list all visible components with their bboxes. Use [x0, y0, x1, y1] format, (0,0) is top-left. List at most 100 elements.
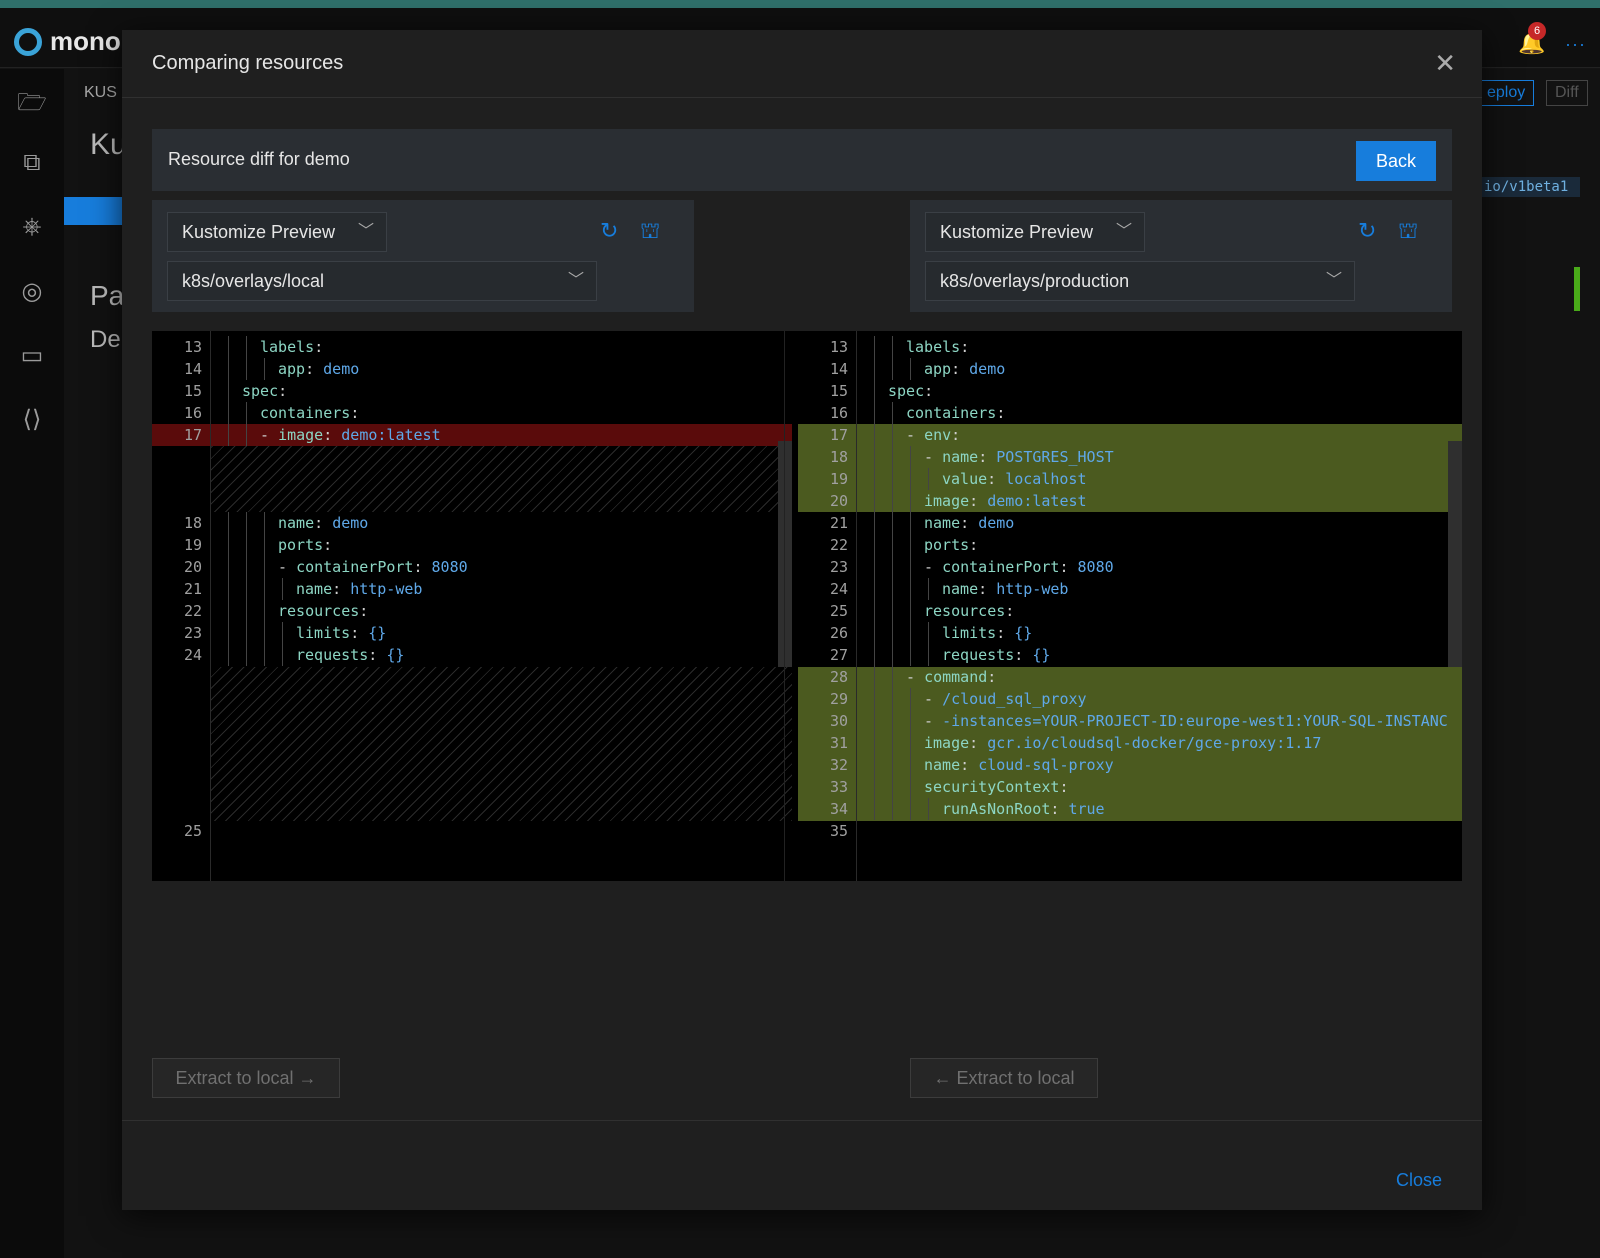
refresh-icon[interactable]: ↻ [600, 218, 618, 244]
indent-guide [264, 534, 265, 556]
bg-code-snippet: io/v1beta1 [1480, 177, 1580, 197]
bg-diff-button: Diff [1546, 80, 1588, 106]
indent-guide [910, 688, 911, 710]
code-text: name: cloud-sql-proxy [924, 756, 1114, 774]
indent-guide [892, 776, 893, 798]
back-button[interactable]: Back [1356, 141, 1436, 181]
left-preview-select[interactable]: Kustomize Preview ﹀ [167, 212, 387, 252]
indent-guide [282, 622, 283, 644]
indent-guide [874, 468, 875, 490]
line-number: 13 [183, 338, 202, 356]
indent-guide [874, 688, 875, 710]
paint-roller-icon[interactable]: ▭ [16, 341, 48, 373]
line-number: 15 [183, 382, 202, 400]
indent-guide [910, 534, 911, 556]
indent-guide [246, 358, 247, 380]
indent-guide [228, 644, 229, 666]
indent-guide [874, 336, 875, 358]
more-icon[interactable]: ··· [1565, 34, 1586, 55]
logo-text: mono [50, 26, 121, 56]
indent-guide [874, 710, 875, 732]
kustomize-icon[interactable]: ⧉ [16, 149, 48, 181]
left-preview-label: Kustomize Preview [182, 222, 336, 242]
code-text: labels: [906, 338, 970, 356]
line-number: 25 [829, 602, 848, 620]
validation-icon[interactable]: ⟨⟩ [16, 405, 48, 437]
indent-guide [910, 512, 911, 534]
close-button[interactable]: Close [1396, 1170, 1442, 1191]
indent-guide [874, 666, 875, 688]
indent-guide [282, 644, 283, 666]
indent-guide [892, 512, 893, 534]
indent-guide [228, 534, 229, 556]
indent-guide [264, 358, 265, 380]
right-path-select[interactable]: k8s/overlays/production ﹀ [925, 261, 1355, 301]
line-number: 34 [829, 800, 848, 818]
indent-guide [228, 512, 229, 534]
line-number: 17 [829, 426, 848, 444]
indent-guide [246, 424, 247, 446]
top-accent-strip [0, 0, 1600, 8]
indent-guide [910, 622, 911, 644]
cluster-icon[interactable]: ⛫ [640, 218, 660, 247]
line-number: 27 [829, 646, 848, 664]
line-number: 19 [829, 470, 848, 488]
right-preview-select[interactable]: Kustomize Preview ﹀ [925, 212, 1145, 252]
indent-guide [874, 644, 875, 666]
indent-guide [910, 732, 911, 754]
indent-guide [264, 556, 265, 578]
code-text: labels: [260, 338, 324, 356]
indent-guide [246, 556, 247, 578]
code-text: limits: {} [942, 624, 1033, 642]
line-number: 22 [183, 602, 202, 620]
preview-icon[interactable]: ◎ [16, 277, 48, 309]
indent-guide [228, 600, 229, 622]
code-text: - containerPort: 8080 [278, 558, 468, 576]
indent-guide [246, 578, 247, 600]
code-text: ports: [924, 536, 979, 554]
compare-modal: Comparing resources ✕ Resource diff for … [122, 30, 1482, 1210]
line-number: 20 [829, 492, 848, 510]
line-number: 15 [829, 382, 848, 400]
diff-editor[interactable]: 13 labels: 14 app: demo 15 spec: 16 containers:… [152, 331, 1462, 881]
indent-guide [892, 534, 893, 556]
indent-guide [892, 688, 893, 710]
line-number: 22 [829, 536, 848, 554]
code-text: - name: POSTGRES_HOST [924, 448, 1114, 466]
indent-guide [874, 776, 875, 798]
indent-guide [910, 798, 911, 820]
code-text: - containerPort: 8080 [924, 558, 1114, 576]
indent-guide [910, 468, 911, 490]
code-text: limits: {} [296, 624, 387, 642]
indent-guide [892, 402, 893, 424]
indent-guide [892, 490, 893, 512]
cluster-icon[interactable]: ⛫ [1398, 218, 1418, 247]
indent-guide [910, 754, 911, 776]
helm-icon[interactable]: ⎈ [16, 213, 48, 245]
code-text: spec: [888, 382, 934, 400]
indent-guide [910, 644, 911, 666]
bg-deploy-button: eploy [1478, 80, 1535, 106]
folder-icon[interactable]: 🗁 [16, 85, 48, 117]
code-text: app: demo [924, 360, 1006, 378]
indent-guide [910, 710, 911, 732]
indent-guide [910, 358, 911, 380]
indent-guide [246, 534, 247, 556]
chevron-down-icon: ﹀ [1325, 272, 1342, 289]
indent-guide [228, 358, 229, 380]
chevron-down-icon: ﹀ [567, 272, 584, 289]
left-path-select[interactable]: k8s/overlays/local ﹀ [167, 261, 597, 301]
refresh-icon[interactable]: ↻ [1358, 218, 1376, 244]
indent-guide [246, 600, 247, 622]
indent-guide [892, 798, 893, 820]
line-number: 30 [829, 712, 848, 730]
indent-guide [228, 556, 229, 578]
code-text: - image: demo:latest [260, 426, 441, 444]
code-text: name: demo [278, 514, 369, 532]
line-number: 18 [829, 448, 848, 466]
indent-guide [874, 798, 875, 820]
indent-guide [264, 578, 265, 600]
line-number: 16 [183, 404, 202, 422]
line-number: 14 [829, 360, 848, 378]
close-icon[interactable]: ✕ [1434, 48, 1456, 79]
